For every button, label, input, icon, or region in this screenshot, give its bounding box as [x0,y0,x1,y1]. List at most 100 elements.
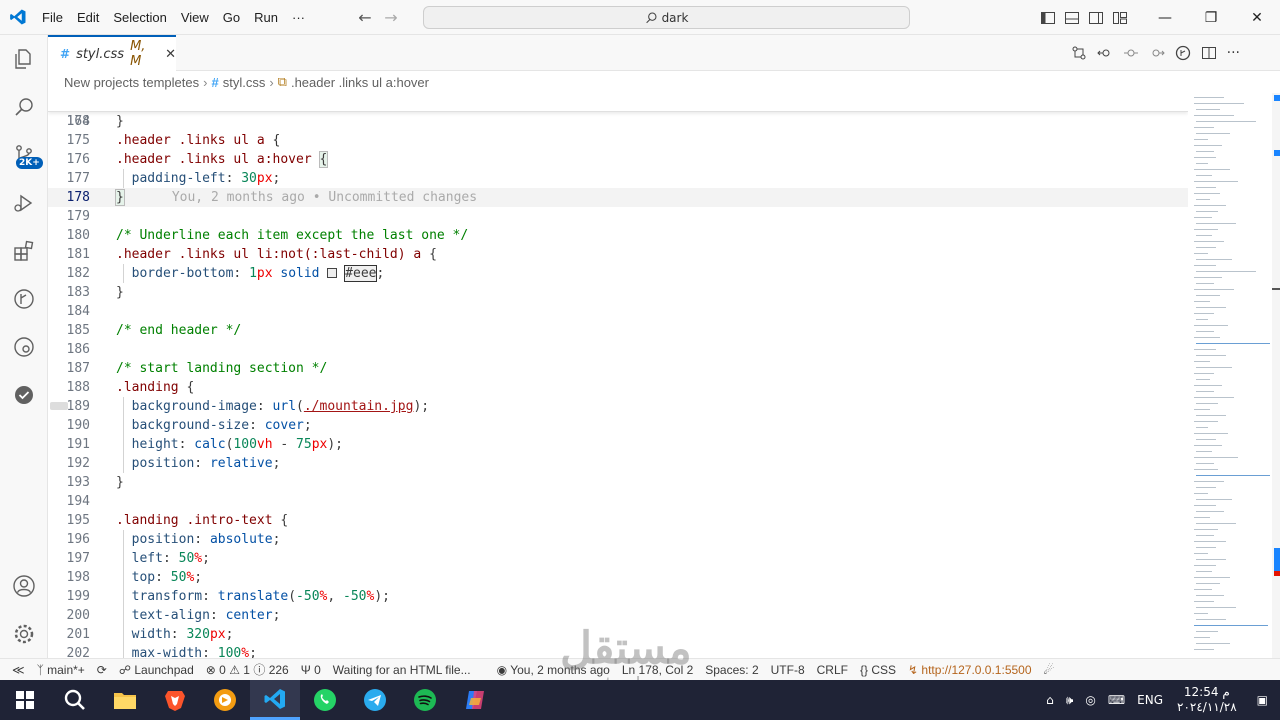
keyboard-icon[interactable]: ⌨ [1102,693,1131,707]
previous-change-icon[interactable] [1096,45,1113,61]
code-line[interactable]: 199 transform: translate(-50%, -50%); [48,587,1188,606]
code-line[interactable]: 181 .header .links ul li:not(:last-child)… [48,245,1188,264]
remote-explorer-icon[interactable] [0,323,48,371]
code-line[interactable]: 198 top: 50%; [48,568,1188,587]
code-line[interactable]: 192 position: relative; [48,454,1188,473]
volume-icon[interactable]: 🕪 [1060,693,1080,708]
split-editor-icon[interactable] [1201,45,1217,61]
code-line[interactable]: 187 /* start landing section */ [48,359,1188,378]
restore-icon[interactable]: ❐ [1188,0,1234,35]
live-server-link[interactable]: ↯ http://127.0.0.1:5500 [902,663,1038,677]
menu-selection[interactable]: Selection [106,0,173,35]
testing-icon[interactable] [0,371,48,419]
close-window-icon[interactable]: ✕ [1234,0,1280,35]
settings-gear-icon[interactable] [0,610,48,658]
git-commit-icon[interactable] [1123,45,1139,61]
encoding[interactable]: UTF-8 [765,663,811,677]
menu-file[interactable]: File [35,0,70,35]
spotify-icon[interactable] [400,680,450,720]
code-line[interactable]: 183} [48,283,1188,302]
minimize-icon[interactable]: — [1142,0,1188,35]
notifications-bell-icon[interactable]: ☄ [1038,663,1061,677]
close-tab-icon[interactable]: ✕ [165,47,176,62]
branch-indicator[interactable]: ᛉ main*+ [31,663,91,677]
language-indicator[interactable]: ENG [1131,693,1169,707]
code-line-current[interactable]: 178} You, 2 months ago • Uncommitted chan… [48,188,1188,207]
code-line[interactable]: 184 [48,302,1188,321]
launchpad-indicator[interactable]: ☍ Launchpad [113,663,200,677]
copilot-icon[interactable] [450,680,500,720]
code-line[interactable]: 190 background-size: cover; [48,416,1188,435]
code-editor[interactable]: 168 .header .links ul a { 174} 175 176.h… [48,93,1188,658]
brave-browser-icon[interactable] [150,680,200,720]
code-line[interactable]: 179 [48,207,1188,226]
code-line[interactable]: 189 background-image: url(./mountain.jpg… [48,397,1188,416]
code-line[interactable]: 196 position: absolute; [48,530,1188,549]
vscode-taskbar-icon[interactable] [250,680,300,720]
code-line[interactable]: 185 /* end header */ [48,321,1188,340]
minimap[interactable] [1188,93,1272,658]
folding-hint-icon[interactable] [50,402,68,410]
more-actions-icon[interactable]: ··· [1227,45,1240,61]
code-line[interactable]: 176 .header .links ul a:hover { [48,150,1188,169]
back-arrow-icon[interactable]: ← [352,8,378,27]
code-line[interactable]: 197 left: 50%; [48,549,1188,568]
toggle-panel-icon[interactable] [1064,10,1080,26]
customize-layout-icon[interactable] [1112,10,1128,26]
vertical-scrollbar[interactable] [1272,93,1280,658]
code-line[interactable]: 195 .landing .intro-text { [48,511,1188,530]
code-line[interactable]: 188 .landing { [48,378,1188,397]
file-explorer-icon[interactable] [100,680,150,720]
windows-start-icon[interactable] [0,680,50,720]
color-swatch[interactable] [327,268,338,278]
extensions-icon[interactable] [0,227,48,275]
tab-styl-css[interactable]: # styl.css M, M ✕ [48,35,176,71]
sticky-scroll-line[interactable]: 168 .header .links ul a { [48,93,1188,148]
taskbar-search-icon[interactable] [50,680,100,720]
whatsapp-icon[interactable] [300,680,350,720]
remote-indicator-icon[interactable]: ≪ [0,663,31,677]
code-line[interactable]: 191 height: calc(100vh - 75px); [48,435,1188,454]
search-icon[interactable] [0,83,48,131]
notification-center-icon[interactable]: ▣ [1245,693,1280,707]
sync-icon[interactable]: ⟳ [91,663,113,677]
menu-run[interactable]: Run [247,0,285,35]
network-globe-icon[interactable]: ◎ [1079,693,1101,707]
code-line[interactable]: 174} [48,112,1188,131]
breadcrumb-file[interactable]: styl.css [223,75,266,90]
source-control-icon[interactable]: 2K+ [0,131,48,179]
forward-arrow-icon[interactable]: → [378,8,404,27]
language-mode[interactable]: {} CSS [854,663,902,677]
code-line[interactable]: 186 [48,340,1188,359]
run-debug-icon[interactable] [0,179,48,227]
ports-indicator[interactable]: Ψ 0 [295,663,327,677]
menu-view[interactable]: View [174,0,216,35]
code-line[interactable]: 182 border-bottom: 1px solid #eee; [48,264,1188,283]
open-changes-icon[interactable] [1071,45,1087,61]
code-line[interactable]: 180 /* Underline each item except the las… [48,226,1188,245]
menu-edit[interactable]: Edit [70,0,106,35]
end-of-line[interactable]: CRLF [811,663,854,677]
code-line[interactable]: 194 [48,492,1188,511]
code-line[interactable]: 200 text-align: center; [48,606,1188,625]
brave-nightly-icon[interactable] [200,680,250,720]
next-change-icon[interactable] [1149,45,1165,61]
gitlens-icon[interactable] [1175,45,1191,61]
indentation[interactable]: Spaces: 2 [699,663,764,677]
menu-more[interactable]: ··· [285,0,312,35]
breadcrumb-symbol[interactable]: .header .links ul a:hover [291,75,429,90]
breadcrumb-folder[interactable]: New projects templetes [64,75,199,90]
tray-icon[interactable]: ⌂ [1040,693,1060,707]
code-line[interactable]: 193} [48,473,1188,492]
telegram-icon[interactable] [350,680,400,720]
problems-indicator[interactable]: ⊗ 0 ⚠ 1 ⓘ 226 [200,661,295,678]
explorer-icon[interactable] [0,35,48,83]
accounts-icon[interactable] [0,562,48,610]
toggle-secondary-sidebar-icon[interactable] [1088,10,1104,26]
toggle-primary-sidebar-icon[interactable] [1040,10,1056,26]
menu-go[interactable]: Go [216,0,247,35]
git-graph-icon[interactable] [0,275,48,323]
clock[interactable]: 12:54 م ٢٠٢٤/١١/٢٨ [1169,685,1245,715]
code-line[interactable]: 177 padding-left: 30px; [48,169,1188,188]
command-center-search[interactable]: dark [423,6,910,29]
